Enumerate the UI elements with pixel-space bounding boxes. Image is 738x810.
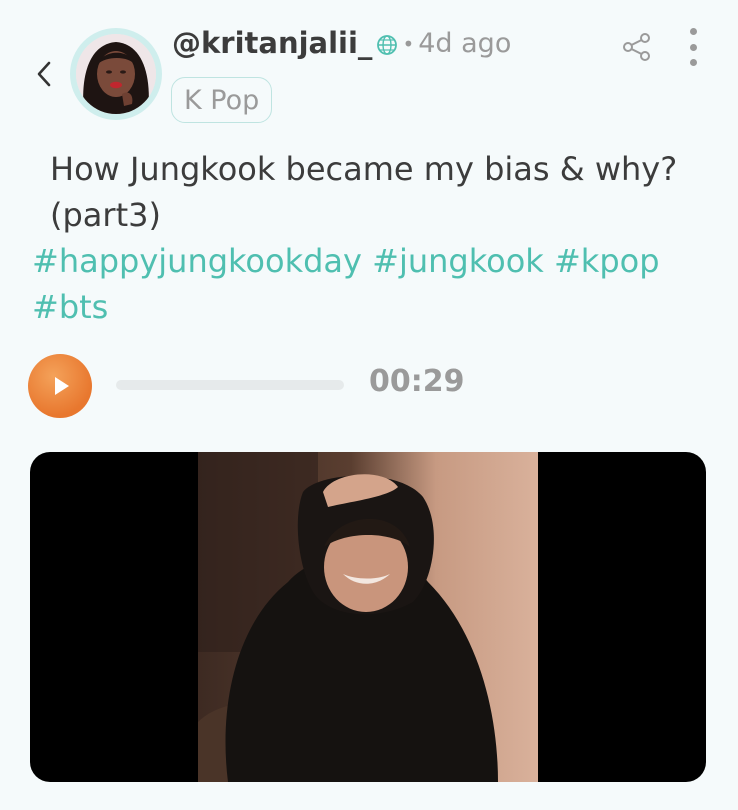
play-icon	[55, 377, 69, 395]
post-content: How Jungkook became my bias & why?(part3…	[32, 146, 712, 330]
hashtag-link[interactable]: #jungkook	[372, 242, 544, 280]
audio-progress-slider[interactable]	[116, 380, 344, 390]
avatar[interactable]	[70, 28, 162, 120]
audio-play-button[interactable]	[28, 354, 92, 418]
username-link[interactable]: @kritanjalii_	[172, 26, 372, 60]
separator-dot: •	[402, 32, 415, 56]
community-tag[interactable]: K Pop	[171, 77, 273, 123]
share-button[interactable]	[620, 32, 654, 62]
hashtag-link[interactable]: #bts	[32, 288, 108, 326]
back-button[interactable]	[30, 56, 58, 92]
video-thumbnail	[198, 452, 538, 782]
audio-duration: 00:29	[369, 364, 465, 399]
hashtag-link[interactable]: #happyjungkookday	[32, 242, 362, 280]
more-vertical-icon	[689, 28, 697, 35]
more-options-button[interactable]	[680, 28, 706, 66]
post-detail-page: @kritanjalii_ • 4d ago K Pop How Jungkoo…	[0, 0, 738, 810]
author-row: @kritanjalii_ • 4d ago	[172, 26, 511, 60]
post-timestamp: 4d ago	[418, 27, 512, 59]
video-player[interactable]	[30, 452, 706, 782]
chevron-left-icon	[37, 61, 51, 87]
hashtag-link[interactable]: #kpop	[554, 242, 660, 280]
post-title: How Jungkook became my bias & why?(part3…	[50, 150, 678, 234]
globe-icon	[377, 35, 398, 55]
share-icon	[623, 33, 650, 61]
hashtag-list: #happyjungkookday #jungkook #kpop #bts	[32, 242, 660, 326]
avatar-image	[76, 34, 156, 114]
